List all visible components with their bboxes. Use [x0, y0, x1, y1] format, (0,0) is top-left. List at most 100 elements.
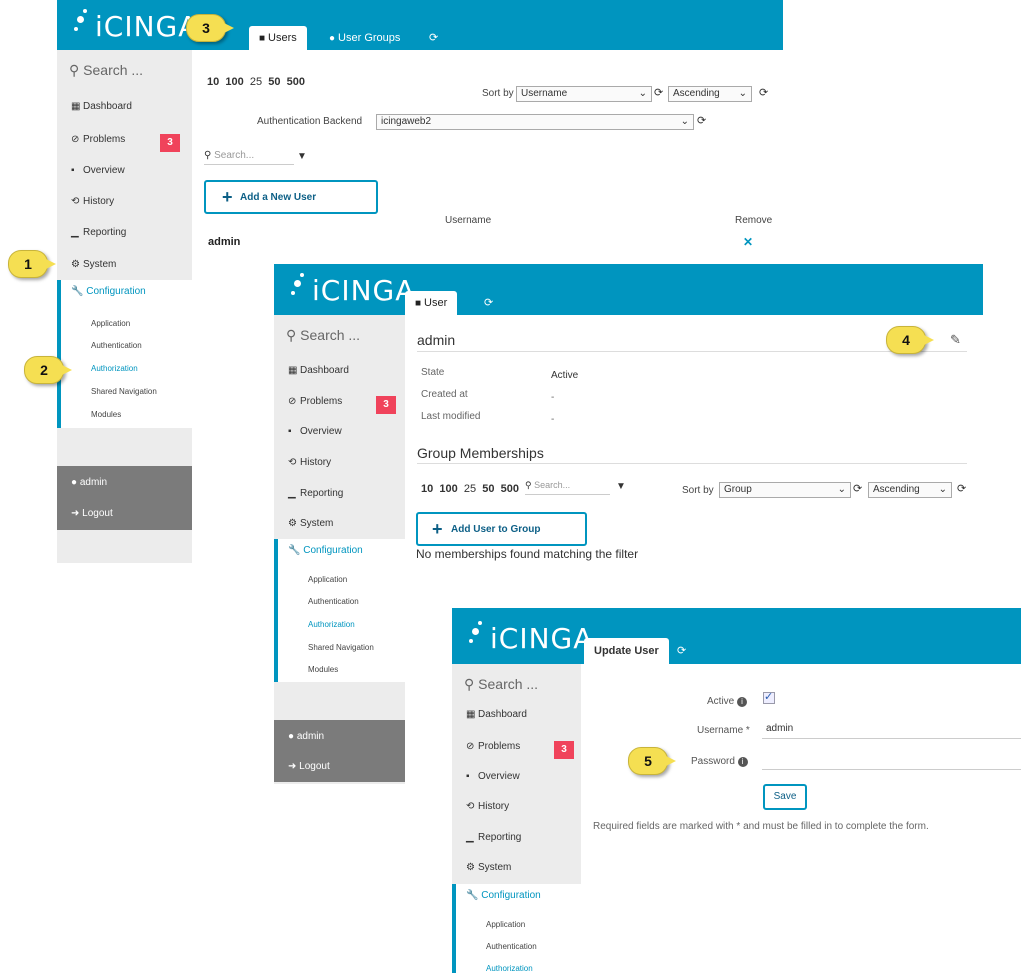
user-menu[interactable]: ● admin	[288, 731, 324, 742]
callout-3: 3	[186, 14, 234, 42]
config-item-authentication[interactable]: Authentication	[486, 942, 537, 951]
config-item-modules[interactable]: Modules	[308, 665, 338, 674]
save-button[interactable]: Save	[763, 784, 807, 810]
refresh-tab[interactable]: ⟳	[474, 291, 503, 315]
col-header-username[interactable]: Username	[445, 215, 491, 226]
sidebar-item-dashboard[interactable]: ▦ Dashboard	[466, 709, 527, 720]
sidebar-item-overview[interactable]: ▪ Overview	[288, 426, 342, 437]
user-menu[interactable]: ● admin	[71, 477, 107, 488]
filter-icon[interactable]: ▼	[297, 151, 307, 162]
sidebar-search[interactable]: ⚲ Search ...	[464, 676, 538, 693]
config-item-authentication[interactable]: Authentication	[91, 341, 142, 350]
sidebar-item-history[interactable]: ⟲ History	[288, 457, 331, 468]
sidebar-item-problems[interactable]: ⊘ Problems	[466, 741, 520, 752]
refresh-icon[interactable]: ⟳	[957, 482, 966, 495]
config-item-authorization[interactable]: Authorization	[486, 964, 533, 973]
logout-link[interactable]: ➜ Logout	[71, 508, 113, 519]
sidebar-item-reporting[interactable]: ▁ Reporting	[71, 227, 126, 238]
refresh-tab[interactable]: ⟳	[667, 638, 696, 662]
limit-25[interactable]: 25	[250, 76, 262, 88]
limit-50[interactable]: 50	[482, 483, 494, 495]
config-item-authentication[interactable]: Authentication	[308, 597, 359, 606]
limit-50[interactable]: 50	[268, 76, 280, 88]
sort-field-select[interactable]: Username ⌄	[516, 86, 652, 102]
table-row-username[interactable]: admin	[208, 236, 240, 248]
config-item-application[interactable]: Application	[91, 319, 130, 328]
backend-select[interactable]: icingaweb2 ⌄	[376, 114, 694, 130]
tab-user[interactable]: ■ User	[405, 291, 458, 315]
sitemap-icon: ▪	[466, 771, 470, 782]
configuration-section: 🔧 Configuration Application Authenticati…	[274, 539, 409, 682]
limit-25[interactable]: 25	[464, 483, 476, 495]
problems-badge: 3	[376, 396, 396, 414]
callout-4: 4	[886, 326, 934, 354]
limit-500[interactable]: 500	[287, 76, 305, 88]
sidebar-item-history[interactable]: ⟲ History	[71, 196, 114, 207]
sidebar-item-system[interactable]: ⚙ System	[466, 862, 511, 873]
sitemap-icon: ▪	[71, 165, 75, 176]
password-field[interactable]	[762, 751, 1021, 770]
config-item-shared-navigation[interactable]: Shared Navigation	[91, 387, 157, 396]
chevron-down-icon: ⌄	[680, 116, 689, 127]
sidebar-item-overview[interactable]: ▪ Overview	[71, 165, 125, 176]
refresh-tab[interactable]: ⟳	[419, 26, 448, 50]
chevron-down-icon: ⌄	[738, 88, 747, 99]
remove-icon[interactable]: ✕	[743, 235, 753, 249]
limit-100[interactable]: 100	[225, 76, 243, 88]
refresh-icon[interactable]: ⟳	[697, 114, 706, 127]
history-icon: ⟲	[466, 801, 475, 812]
logout-link[interactable]: ➜ Logout	[288, 761, 330, 772]
sidebar-item-system[interactable]: ⚙ System	[288, 518, 333, 529]
edit-icon[interactable]: ✎	[950, 332, 961, 348]
limit-500[interactable]: 500	[501, 483, 519, 495]
limit-100[interactable]: 100	[439, 483, 457, 495]
sidebar-item-problems[interactable]: ⊘ Problems	[288, 396, 342, 407]
sidebar-item-reporting[interactable]: ▁ Reporting	[288, 488, 343, 499]
limit-10[interactable]: 10	[207, 76, 219, 88]
sidebar-item-configuration[interactable]: 🔧 Configuration	[71, 286, 146, 297]
active-label: Active i	[707, 696, 748, 707]
add-new-user-button[interactable]: + Add a New User	[204, 180, 378, 214]
sidebar-item-configuration[interactable]: 🔧 Configuration	[466, 890, 541, 901]
config-item-authorization[interactable]: Authorization	[308, 620, 355, 629]
sort-order-select[interactable]: Ascending ⌄	[868, 482, 952, 498]
add-user-to-group-button[interactable]: + Add User to Group	[416, 512, 587, 546]
limit-10[interactable]: 10	[421, 483, 433, 495]
sidebar-item-dashboard[interactable]: ▦ Dashboard	[288, 365, 349, 376]
filter-icon[interactable]: ▼	[616, 481, 626, 492]
refresh-icon: ⟳	[484, 297, 494, 309]
username-field[interactable]: admin	[762, 720, 1021, 739]
sidebar-item-configuration[interactable]: 🔧 Configuration	[288, 545, 363, 556]
config-item-application[interactable]: Application	[308, 575, 347, 584]
sort-field-select[interactable]: Group ⌄	[719, 482, 851, 498]
sidebar-search[interactable]: ⚲ Search ...	[286, 327, 360, 344]
tab-users[interactable]: ■ Users	[249, 26, 307, 50]
sidebar-search[interactable]: ⚲ Search ...	[69, 62, 143, 79]
config-item-modules[interactable]: Modules	[91, 410, 121, 419]
users-icon: ●	[329, 33, 336, 44]
refresh-icon[interactable]: ⟳	[759, 86, 768, 99]
sidebar-item-dashboard[interactable]: ▦ Dashboard	[71, 101, 132, 112]
search-field[interactable]: ⚲ Search...	[204, 150, 294, 165]
sidebar-item-history[interactable]: ⟲ History	[466, 801, 509, 812]
sidebar-item-problems[interactable]: ⊘ Problems	[71, 134, 125, 145]
sidebar: ⚲ Search ... ▦ Dashboard ⊘ Problems 3 ▪ Ove…	[57, 50, 196, 563]
active-checkbox[interactable]: ✓	[763, 692, 775, 704]
tab-update-user[interactable]: Update User	[584, 638, 669, 664]
tab-user-groups[interactable]: ● User Groups	[319, 26, 410, 50]
sidebar-item-reporting[interactable]: ▁ Reporting	[466, 832, 521, 843]
refresh-icon[interactable]: ⟳	[853, 482, 862, 495]
sidebar: ⚲ Search ... ▦ Dashboard ⊘ Problems 3 ▪ Ove…	[274, 315, 409, 784]
bars-icon: ▁	[71, 227, 79, 238]
modified-value: -	[551, 414, 555, 425]
sort-order-select[interactable]: Ascending ⌄	[668, 86, 752, 102]
config-item-shared-navigation[interactable]: Shared Navigation	[308, 643, 374, 652]
config-item-application[interactable]: Application	[486, 920, 525, 929]
sidebar-item-overview[interactable]: ▪ Overview	[466, 771, 520, 782]
search-field[interactable]: ⚲ Search...	[525, 480, 610, 495]
ban-icon: ⊘	[71, 134, 80, 145]
config-item-authorization[interactable]: Authorization	[91, 364, 138, 373]
sidebar-item-system[interactable]: ⚙ System	[71, 259, 116, 270]
refresh-icon[interactable]: ⟳	[654, 86, 663, 99]
empty-message: No memberships found matching the filter	[416, 547, 639, 561]
